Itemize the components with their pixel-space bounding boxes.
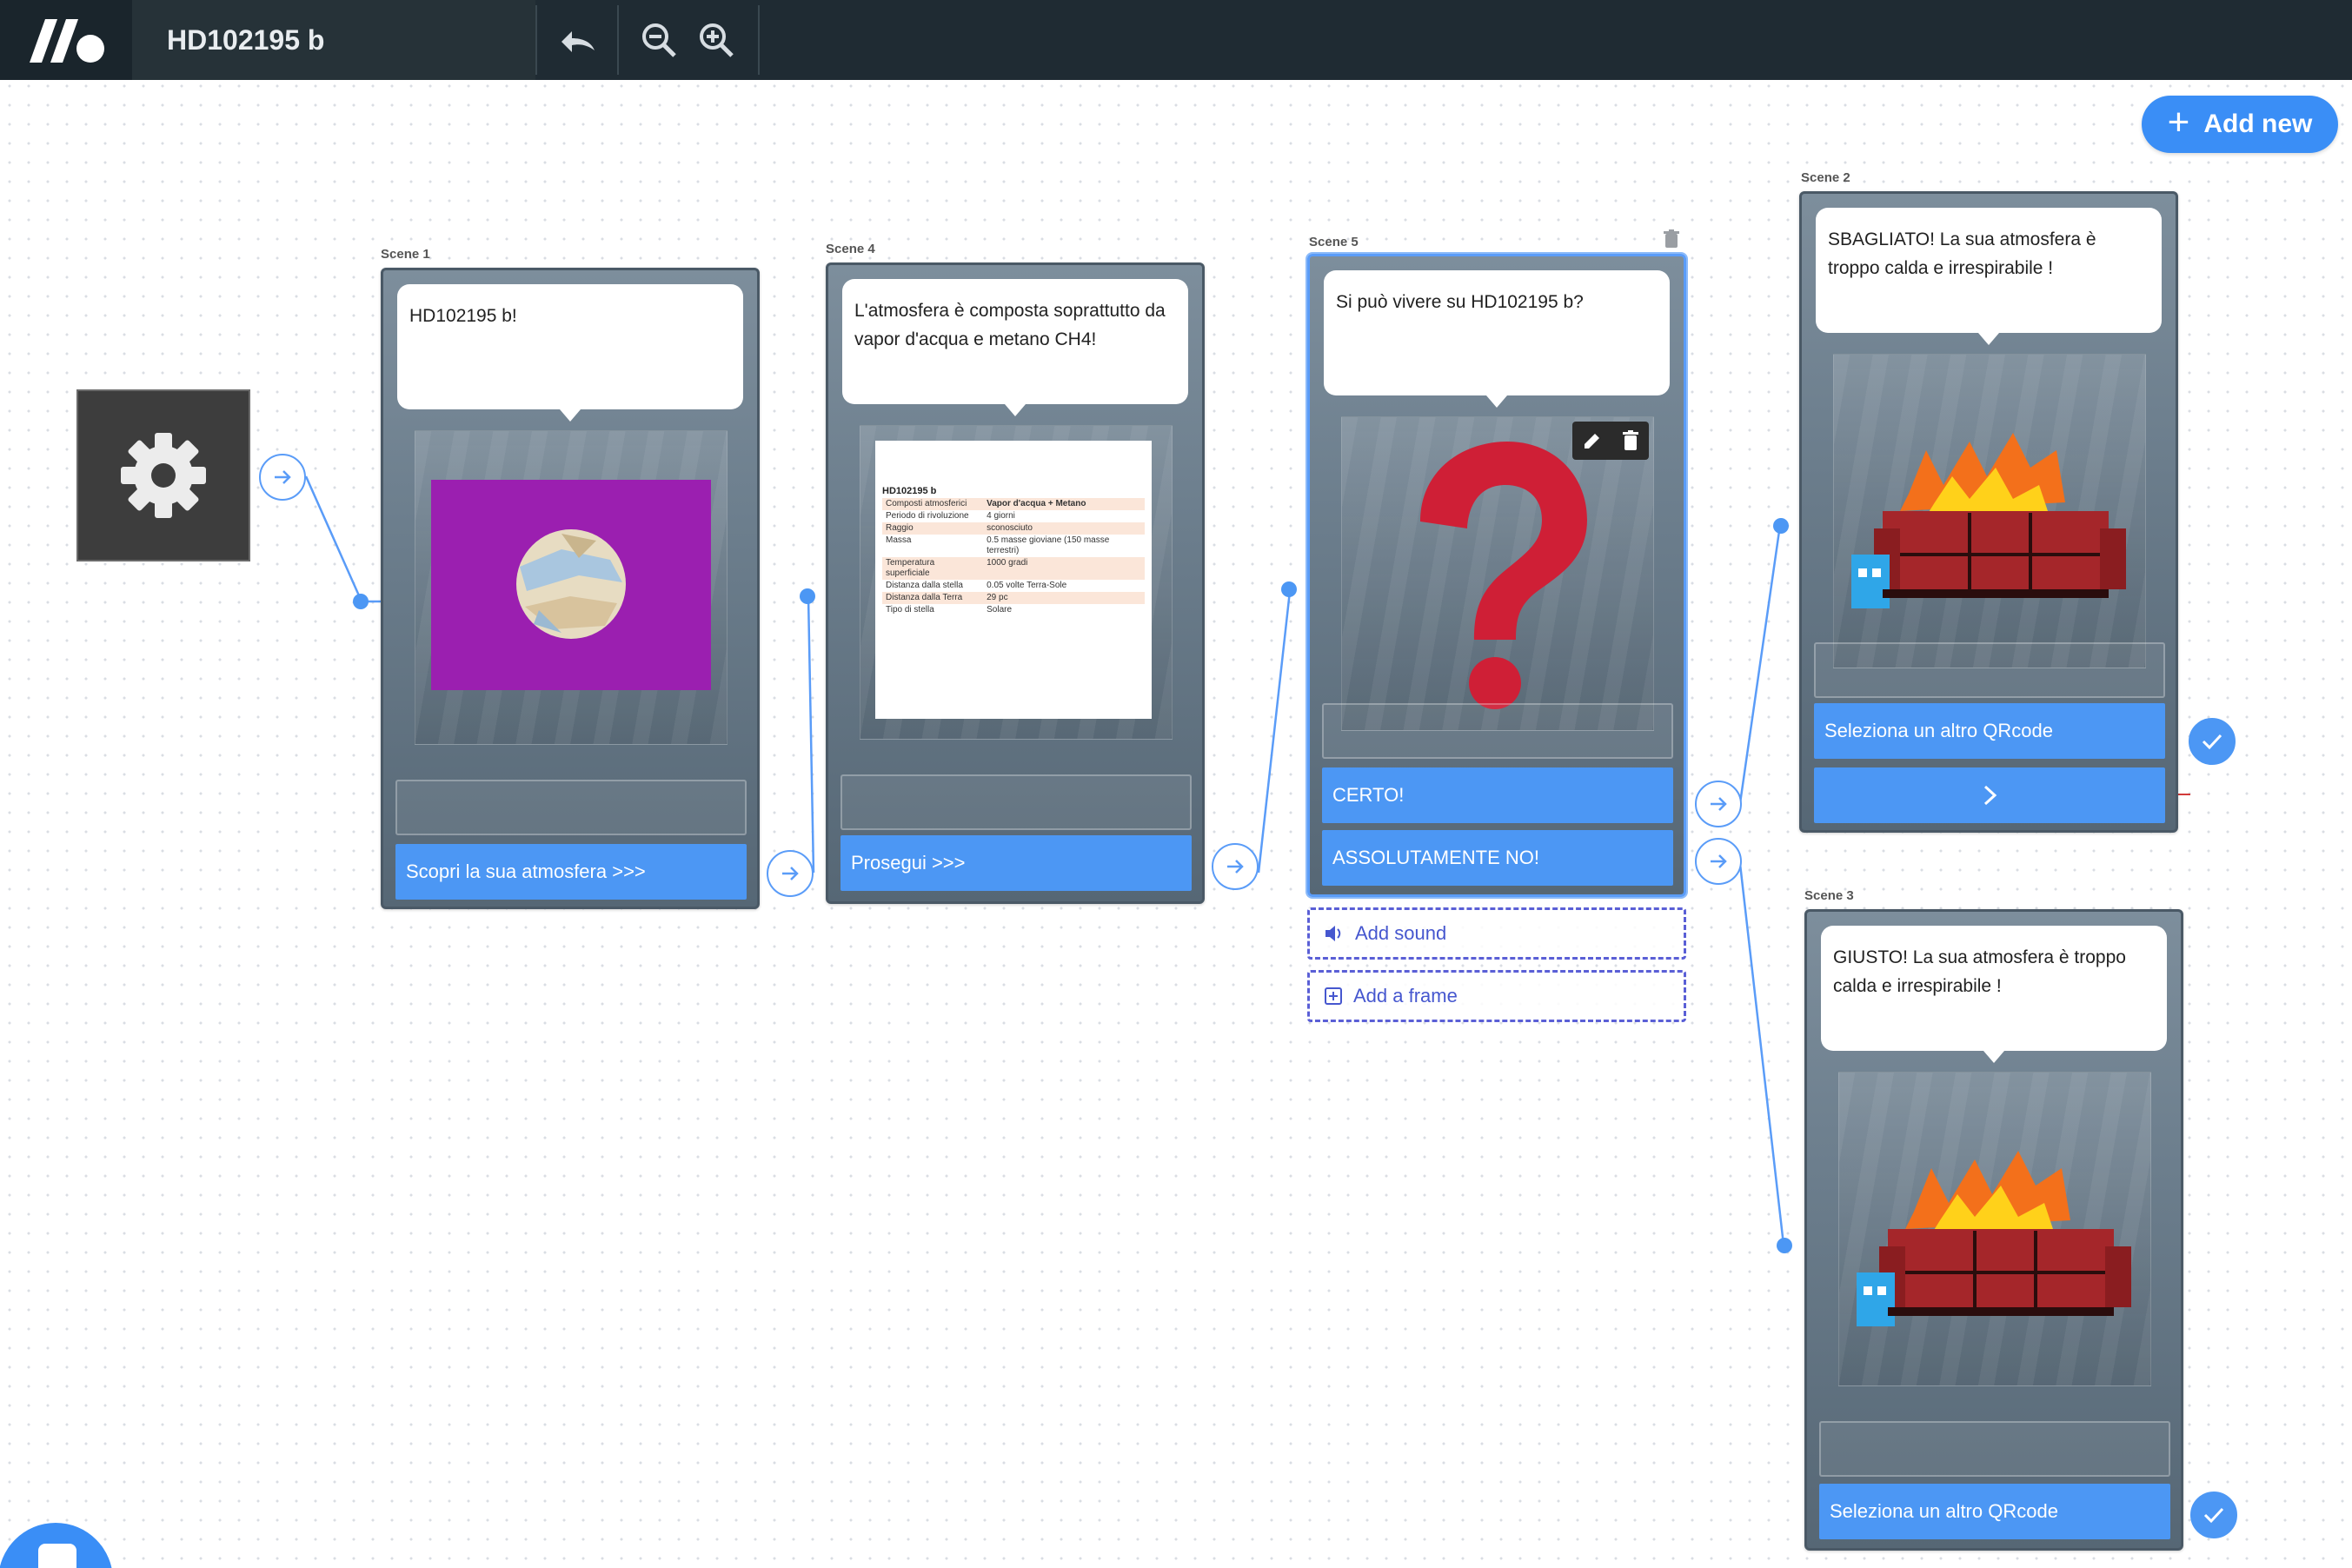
arrow-right-icon [1711, 854, 1727, 868]
app-logo[interactable] [0, 0, 132, 80]
toolbar-divider [617, 5, 619, 75]
frame-tools [1572, 422, 1649, 460]
table-row: Distanza dalla stella 0.05 volte Terra-So… [886, 581, 1067, 590]
scene-2-card[interactable]: SBAGLIATO! La sua atmosfera è troppo cal… [1799, 191, 2178, 833]
planet-data-table[interactable]: HD102195 b Composti atmosferici Vapor d'a… [875, 441, 1152, 719]
table-row: Temperatura superficiale 1000 gradi [882, 557, 1145, 580]
planet-icon [516, 529, 626, 639]
scene-5-dialogue[interactable]: Si può vivere su HD102195 b? [1324, 270, 1670, 395]
scene-1-input-dot[interactable] [353, 594, 369, 609]
scene-4-card[interactable]: L'atmosfera è composta soprattutto da va… [826, 262, 1205, 904]
scene-4-choice-button[interactable]: Prosegui >>> [840, 835, 1192, 891]
check-icon [2203, 1507, 2224, 1524]
table-row: Tipo di stella Solare [886, 605, 1013, 615]
logo-icon [30, 19, 104, 63]
add-sound-button[interactable]: Add sound [1307, 907, 1686, 960]
scene-3-end-connector[interactable] [2190, 1492, 2237, 1538]
scene-3-qr-strip[interactable] [1819, 1421, 2170, 1477]
scene-2-choice-button[interactable]: Seleziona un altro QRcode [1814, 703, 2165, 759]
choice-certo-output-connector[interactable] [1695, 781, 1742, 827]
scene-1-dialogue[interactable]: HD102195 b! [397, 284, 743, 409]
scene-3-dialogue[interactable]: GIUSTO! La sua atmosfera è troppo calda … [1821, 926, 2167, 1051]
add-frame-button[interactable]: Add a frame [1307, 970, 1686, 1022]
scene-1-qr-strip[interactable] [395, 780, 747, 835]
table-row: Periodo di rivoluzione 4 giorni [886, 511, 1015, 521]
scene-5-choice-certo[interactable]: CERTO! [1322, 767, 1673, 823]
speaker-icon [1325, 926, 1341, 941]
burning-sofa-icon[interactable] [1853, 1133, 2140, 1342]
scene-5-card[interactable]: Si può vivere su HD102195 b? CERTO! ASSO… [1307, 254, 1686, 897]
scene-2-end-connector[interactable] [2189, 718, 2236, 765]
undo-button[interactable] [551, 14, 603, 66]
undo-icon [561, 31, 595, 52]
project-title: HD102195 b [132, 0, 535, 80]
burning-sofa-icon[interactable] [1848, 415, 2135, 624]
zoom-in-icon [700, 23, 734, 57]
scene-2-dialogue[interactable]: SBAGLIATO! La sua atmosfera è troppo cal… [1816, 208, 2162, 333]
scene-4-output-connector[interactable] [1212, 843, 1259, 890]
scene-4-label: Scene 4 [826, 242, 875, 256]
zoom-out-button[interactable] [633, 14, 685, 66]
table-title: HD102195 b [882, 486, 937, 496]
table-row: Massa 0.5 masse gioviane (150 masse terre… [886, 535, 1110, 555]
add-frame-label: Add a frame [1353, 985, 1458, 1007]
question-mark-icon[interactable] [1403, 435, 1594, 721]
add-new-button[interactable]: + Add new [2142, 96, 2338, 153]
scene-4-input-dot[interactable] [800, 588, 815, 604]
add-frame-icon [1325, 987, 1342, 1005]
edit-icon[interactable] [1582, 430, 1603, 451]
scene-2-qr-strip[interactable] [1814, 642, 2165, 698]
scene-1-choice-button[interactable]: Scopri la sua atmosfera >>> [395, 844, 747, 900]
arrow-right-icon [782, 867, 799, 880]
start-settings-node[interactable] [76, 389, 250, 561]
table-row: Composti atmosferici Vapor d'acqua + Meta… [882, 498, 1145, 510]
arrow-right-icon [1711, 797, 1727, 811]
zoom-out-icon [642, 23, 676, 57]
scene-3-input-dot[interactable] [1777, 1238, 1792, 1253]
scene-2-stage [1833, 354, 2146, 668]
scene-1-card[interactable]: HD102195 b! Scopri la sua atmosfera >>> [381, 268, 760, 909]
top-bar: HD102195 b [0, 0, 2352, 80]
scene-5-input-dot[interactable] [1281, 581, 1297, 597]
scene-2-input-dot[interactable] [1773, 518, 1789, 534]
scene-3-choice-button[interactable]: Seleziona un altro QRcode [1819, 1484, 2170, 1539]
settings-output-connector[interactable] [259, 454, 306, 501]
add-sound-label: Add sound [1355, 922, 1447, 944]
choice-no-output-connector[interactable] [1695, 838, 1742, 885]
scene-1-output-connector[interactable] [767, 850, 814, 897]
scene-5-qr-strip[interactable] [1322, 703, 1673, 759]
chevron-right-icon [1983, 785, 1997, 806]
zoom-in-button[interactable] [690, 14, 742, 66]
scene-4-dialogue[interactable]: L'atmosfera è composta soprattutto da va… [842, 279, 1188, 404]
scene-1-label: Scene 1 [381, 247, 430, 262]
arrow-right-icon [1227, 860, 1244, 874]
table-row: Distanza dalla Terra 29 pc [882, 592, 1145, 604]
arrow-right-icon [275, 470, 291, 484]
toolbar-divider [535, 5, 537, 75]
scene-3-label: Scene 3 [1804, 888, 1854, 903]
scene-5-choice-assolutamente-no[interactable]: ASSOLUTAMENTE NO! [1322, 830, 1673, 886]
scene-5-delete-icon[interactable] [1664, 229, 1679, 253]
check-icon [2202, 734, 2222, 750]
trash-icon[interactable] [1622, 430, 1639, 451]
scene-2-next-button[interactable] [1814, 767, 2165, 823]
toolbar-divider [758, 5, 760, 75]
scene-3-stage [1838, 1072, 2151, 1386]
scene-4-qr-strip[interactable] [840, 774, 1192, 830]
planet-image[interactable] [431, 480, 711, 690]
scene-5-label: Scene 5 [1309, 235, 1359, 249]
gear-icon [121, 433, 206, 518]
table-row: Raggio sconosciuto [882, 522, 1145, 535]
scene-1-stage [415, 430, 728, 745]
plus-icon: + [2167, 101, 2190, 143]
scene-2-label: Scene 2 [1801, 170, 1850, 185]
scene-3-card[interactable]: GIUSTO! La sua atmosfera è troppo calda … [1804, 909, 2183, 1551]
scene-5-stage [1341, 416, 1654, 731]
add-new-label: Add new [2203, 110, 2313, 138]
